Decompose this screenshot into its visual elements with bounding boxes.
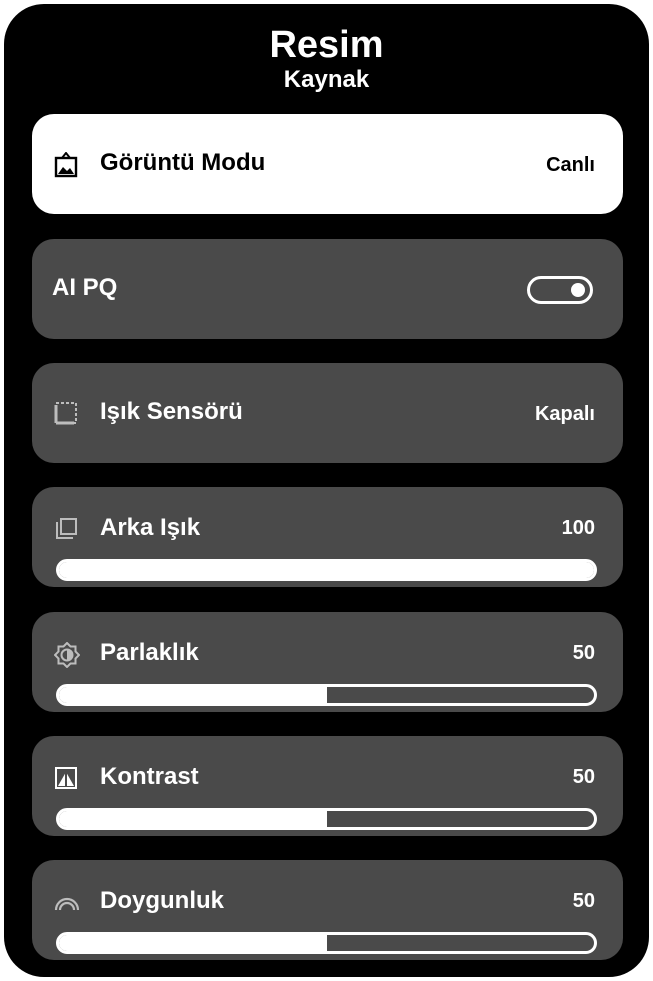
toggle-knob — [571, 283, 585, 297]
page-subtitle: Kaynak — [283, 66, 370, 93]
menu-item-light-sensor[interactable]: Işık Sensörü Kapalı — [32, 363, 623, 463]
picture-mode-label: Görüntü Modu — [100, 149, 266, 176]
brightness-value: 50 — [572, 642, 595, 664]
picture-mode-value: Canlı — [546, 154, 595, 176]
menu-item-ai-pq[interactable]: AI PQ — [32, 239, 623, 339]
menu-item-backlight[interactable]: Arka Işık 100 — [32, 487, 623, 587]
backlight-value: 100 — [561, 517, 595, 539]
menu-item-contrast[interactable]: Kontrast 50 — [32, 736, 623, 836]
contrast-icon — [54, 766, 78, 790]
contrast-slider-fill — [59, 811, 327, 827]
menu-item-saturation[interactable]: Doygunluk 50 — [32, 860, 623, 960]
page-title: Resim — [269, 24, 384, 66]
ai-pq-label: AI PQ — [52, 274, 118, 301]
brightness-slider[interactable] — [56, 684, 597, 706]
picture-settings-panel: Resim Kaynak Görüntü Modu Canlı AI PQ Iş — [4, 4, 649, 977]
light-sensor-icon — [54, 401, 78, 425]
brightness-icon — [54, 642, 80, 668]
contrast-value: 50 — [572, 766, 595, 788]
picture-mode-icon — [54, 152, 78, 178]
contrast-slider[interactable] — [56, 808, 597, 830]
menu-item-picture-mode[interactable]: Görüntü Modu Canlı — [32, 114, 623, 214]
menu-item-brightness[interactable]: Parlaklık 50 — [32, 612, 623, 712]
backlight-slider-fill — [59, 562, 594, 578]
saturation-icon — [54, 890, 80, 914]
backlight-label: Arka Işık — [100, 514, 201, 541]
contrast-label: Kontrast — [100, 763, 199, 790]
saturation-slider-fill — [59, 935, 327, 951]
brightness-label: Parlaklık — [100, 639, 199, 666]
brightness-slider-fill — [59, 687, 327, 703]
saturation-value: 50 — [572, 890, 595, 912]
saturation-label: Doygunluk — [100, 887, 224, 914]
backlight-icon — [54, 517, 78, 541]
ai-pq-toggle[interactable] — [527, 276, 593, 304]
panel-header: Resim Kaynak — [4, 24, 649, 94]
backlight-slider[interactable] — [56, 559, 597, 581]
light-sensor-label: Işık Sensörü — [100, 398, 243, 425]
saturation-slider[interactable] — [56, 932, 597, 954]
light-sensor-value: Kapalı — [534, 403, 595, 425]
